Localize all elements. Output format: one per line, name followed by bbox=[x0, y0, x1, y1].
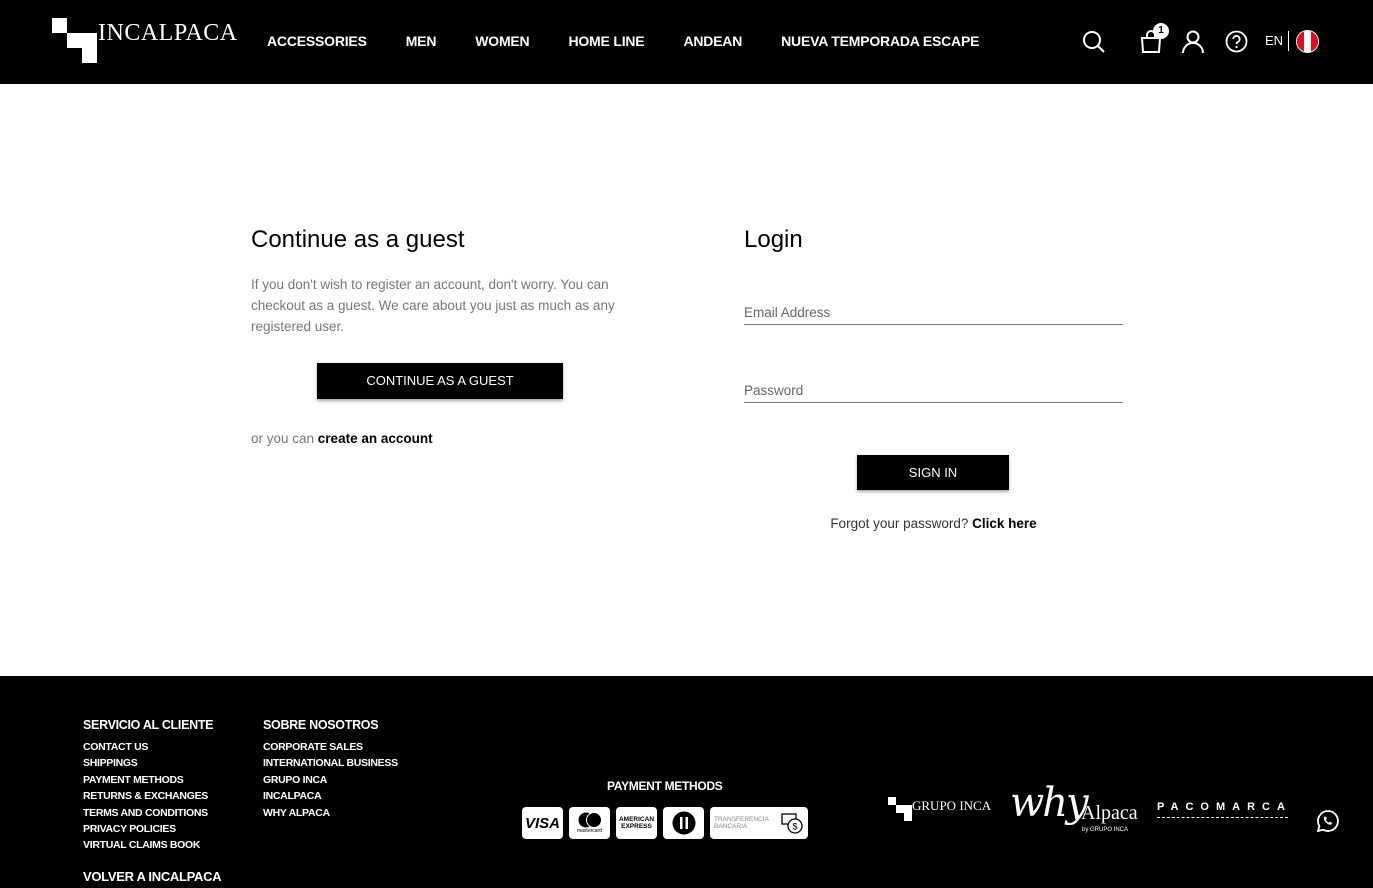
nav-women[interactable]: WOMEN bbox=[475, 33, 529, 49]
login-title: Login bbox=[744, 226, 803, 253]
logo-square bbox=[904, 813, 912, 821]
nav-nueva-temporada[interactable]: NUEVA TEMPORADA ESCAPE bbox=[781, 33, 979, 49]
peru-flag-icon[interactable] bbox=[1296, 30, 1319, 53]
password-placeholder: Password bbox=[744, 383, 804, 398]
diners-circle-icon bbox=[672, 811, 695, 835]
footer-about-us: SOBRE NOSOTROS CORPORATE SALES INTERNATI… bbox=[263, 718, 398, 821]
footer-link-shippings[interactable]: SHIPPINGS bbox=[83, 755, 213, 771]
alpaca-text: Alpaca bbox=[1081, 802, 1138, 824]
logo-square bbox=[82, 48, 97, 63]
diners-card-icon bbox=[663, 807, 704, 839]
incalpaca-logo[interactable]: INCALPACA bbox=[52, 18, 237, 64]
logo-square bbox=[904, 805, 912, 813]
create-account-text: or you can create an account bbox=[251, 431, 433, 446]
footer-link-why-alpaca[interactable]: WHY ALPACA bbox=[263, 805, 398, 821]
mastercard-icon: mastercard bbox=[569, 807, 610, 839]
language-selector[interactable]: EN bbox=[1265, 33, 1283, 48]
create-account-link[interactable]: create an account bbox=[318, 431, 433, 446]
why-text: why bbox=[1010, 780, 1089, 826]
mastercard-label: mastercard bbox=[576, 828, 602, 834]
logo-text: INCALPACA bbox=[98, 20, 238, 46]
guest-section: Continue as a guest If you don't wish to… bbox=[251, 226, 631, 337]
pacomarca-text: PACOMARCA bbox=[1157, 801, 1292, 813]
payment-methods-title: PAYMENT METHODS bbox=[607, 779, 723, 793]
logo-square bbox=[52, 18, 67, 33]
nav-men[interactable]: MEN bbox=[406, 33, 437, 49]
flag-stripe bbox=[1297, 31, 1304, 52]
footer-link-corporate-sales[interactable]: CORPORATE SALES bbox=[263, 739, 398, 755]
bank-transfer-label: TRANSFERENCIA BANCARIA bbox=[714, 816, 769, 830]
divider bbox=[1288, 31, 1289, 51]
sign-in-button[interactable]: SIGN IN bbox=[857, 455, 1009, 490]
guest-description: If you don't wish to register an account… bbox=[251, 277, 615, 334]
svg-text:$: $ bbox=[792, 822, 797, 832]
footer-link-terms[interactable]: TERMS AND CONDITIONS bbox=[83, 805, 213, 821]
footer-link-contact-us[interactable]: CONTACT US bbox=[83, 739, 213, 755]
main-nav: ACCESSORIES MEN WOMEN HOME LINE ANDEAN N… bbox=[267, 33, 1018, 49]
footer-col-title: SOBRE NOSOTROS bbox=[263, 718, 379, 732]
forgot-password-link[interactable]: Click here bbox=[972, 516, 1037, 531]
footer-link-privacy[interactable]: PRIVACY POLICIES bbox=[83, 821, 213, 837]
continue-as-guest-button[interactable]: CONTINUE AS A GUEST bbox=[317, 363, 563, 399]
email-placeholder: Email Address bbox=[744, 305, 831, 320]
pacomarca-underline bbox=[1157, 817, 1288, 818]
cart-count-badge: 1 bbox=[1153, 23, 1169, 39]
visa-card-icon: VISA bbox=[522, 807, 563, 839]
password-field[interactable]: Password bbox=[744, 383, 1123, 403]
grupo-inca-text: GRUPO INCA bbox=[912, 798, 992, 813]
nav-home-line[interactable]: HOME LINE bbox=[568, 33, 644, 49]
logo-square bbox=[67, 33, 82, 48]
back-to-incalpaca-link[interactable]: VOLVER A INCALPACA bbox=[83, 869, 222, 884]
user-icon[interactable] bbox=[1182, 30, 1204, 54]
footer-link-grupo-inca[interactable]: GRUPO INCA bbox=[263, 772, 398, 788]
search-icon[interactable] bbox=[1082, 30, 1106, 54]
guest-title: Continue as a guest bbox=[251, 226, 465, 253]
whatsapp-icon[interactable] bbox=[1316, 809, 1340, 833]
footer-customer-service: SERVICIO AL CLIENTE CONTACT US SHIPPINGS… bbox=[83, 718, 214, 854]
footer-link-incalpaca[interactable]: INCALPACA bbox=[263, 788, 398, 804]
email-field[interactable]: Email Address bbox=[744, 305, 1123, 325]
footer-link-payment-methods[interactable]: PAYMENT METHODS bbox=[83, 772, 213, 788]
login-section: Login bbox=[744, 226, 1124, 254]
forgot-password-prefix: Forgot your password? bbox=[830, 516, 973, 531]
bank-transfer-icon: TRANSFERENCIA BANCARIA $ bbox=[710, 807, 808, 839]
flag-stripe bbox=[1304, 31, 1311, 52]
flag-stripe bbox=[1311, 31, 1318, 52]
forgot-password-text: Forgot your password? Click here bbox=[744, 516, 1123, 531]
site-header: INCALPACA ACCESSORIES MEN WOMEN HOME LIN… bbox=[0, 0, 1373, 84]
help-icon[interactable] bbox=[1225, 30, 1248, 53]
amex-card-icon: AMERICAN EXPRESS bbox=[616, 807, 657, 839]
logo-square bbox=[82, 33, 97, 48]
logo-square bbox=[888, 797, 896, 805]
footer-link-returns[interactable]: RETURNS & EXCHANGES bbox=[83, 788, 213, 804]
by-grupo-inca-text: by GRUPO INCA bbox=[1082, 827, 1129, 833]
footer-link-claims-book[interactable]: VIRTUAL CLAIMS BOOK bbox=[83, 837, 213, 853]
bank-transfer-coin-icon: $ bbox=[781, 813, 803, 834]
mastercard-circles-icon bbox=[578, 812, 602, 828]
footer-col-title: SERVICIO AL CLIENTE bbox=[83, 718, 214, 732]
create-account-prefix: or you can bbox=[251, 431, 318, 446]
footer-link-international-business[interactable]: INTERNATIONAL BUSINESS bbox=[263, 755, 398, 771]
nav-accessories[interactable]: ACCESSORIES bbox=[267, 33, 367, 49]
logo-square bbox=[896, 805, 904, 813]
site-footer: SERVICIO AL CLIENTE CONTACT US SHIPPINGS… bbox=[0, 676, 1373, 888]
payment-cards: VISA mastercard AMERICAN EXPRESS TRANSFE… bbox=[522, 807, 814, 839]
nav-andean[interactable]: ANDEAN bbox=[683, 33, 742, 49]
